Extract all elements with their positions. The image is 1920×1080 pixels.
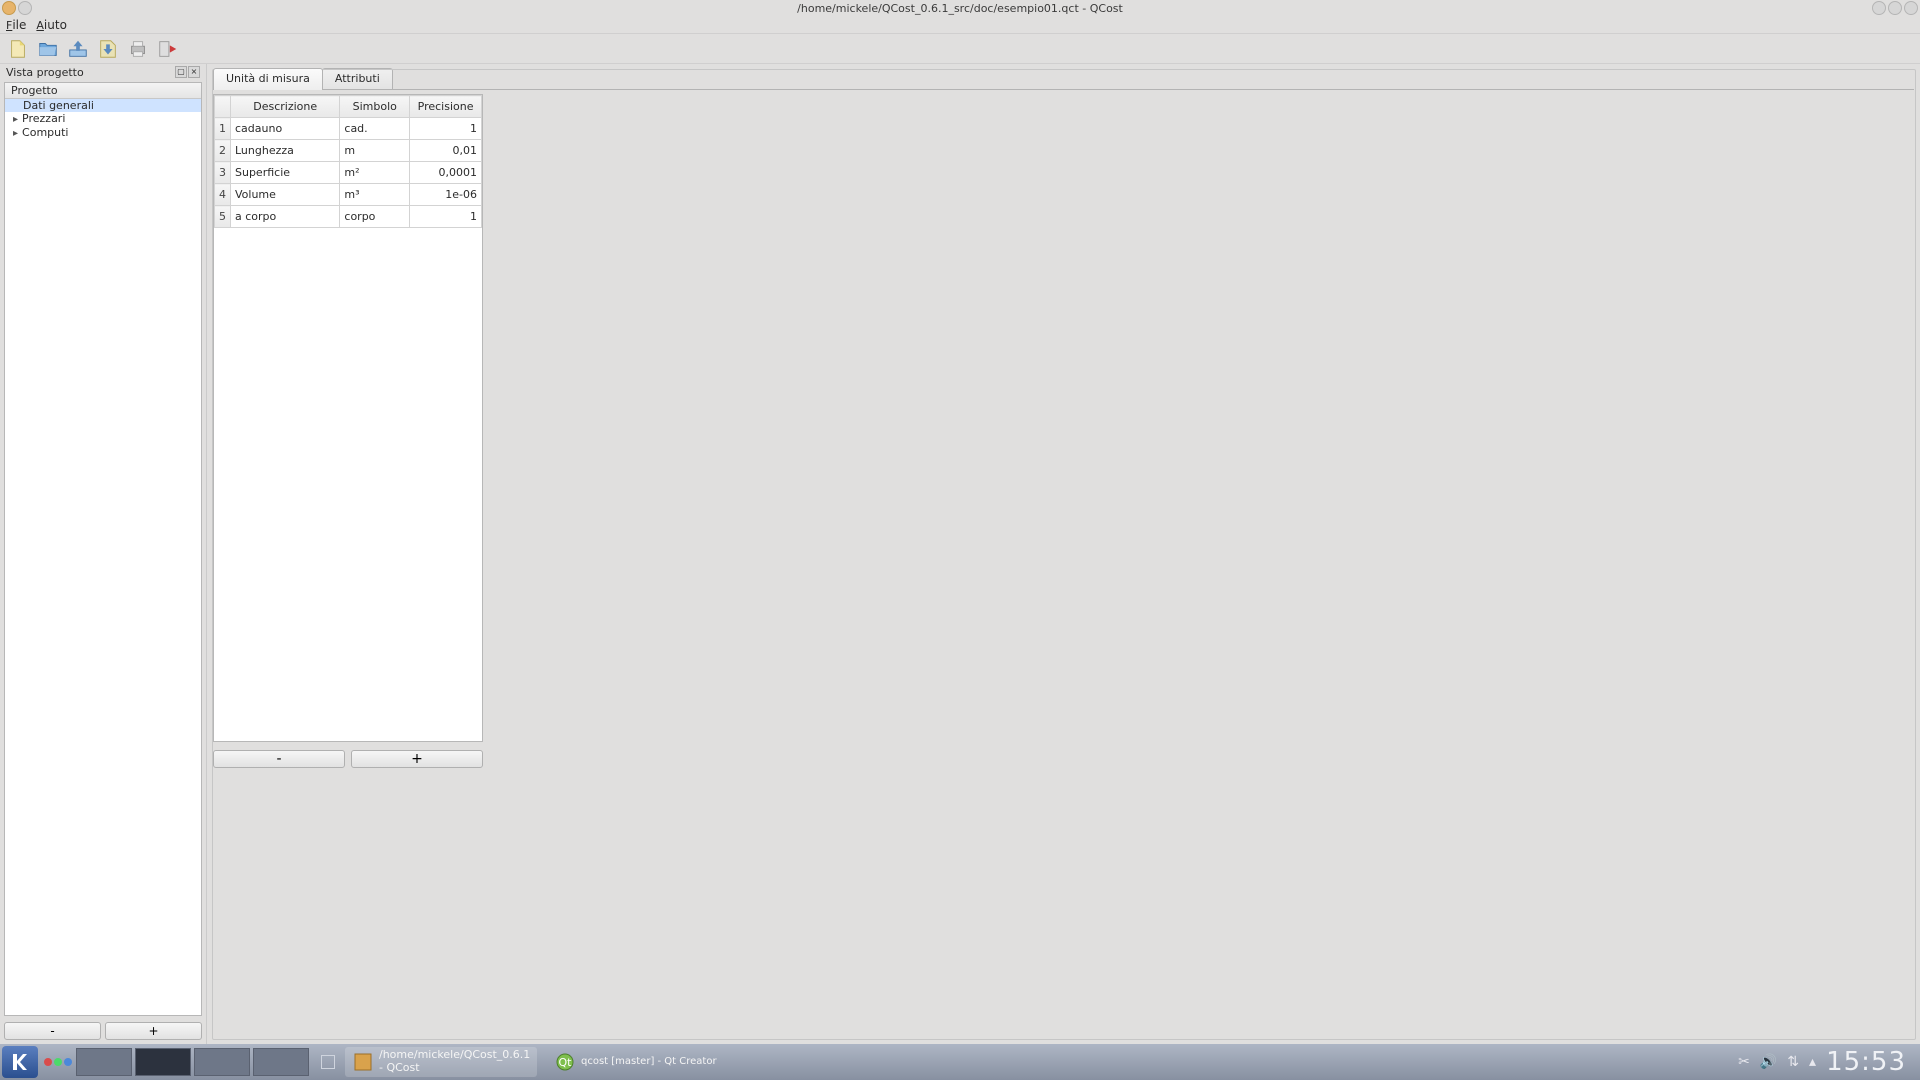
row-number[interactable]: 5	[215, 206, 231, 228]
dot-blue-icon[interactable]	[64, 1058, 72, 1066]
tab-attributi[interactable]: Attributi	[322, 68, 393, 90]
clock[interactable]: 15:53	[1826, 1047, 1906, 1077]
task-entry-label: /home/mickele/QCost_0.6.1 - QCost	[379, 1049, 529, 1075]
cell-precisione[interactable]: 1e-06	[410, 184, 482, 206]
row-number[interactable]: 1	[215, 118, 231, 140]
col-rownum[interactable]	[215, 96, 231, 118]
desktop-3[interactable]	[194, 1048, 250, 1076]
col-descrizione[interactable]: Descrizione	[231, 96, 340, 118]
window-titlebar: /home/mickele/QCost_0.6.1_src/doc/esempi…	[0, 0, 1920, 16]
units-table[interactable]: Descrizione Simbolo Precisione 1cadaunoc…	[213, 94, 483, 742]
network-icon[interactable]: ⇅	[1787, 1054, 1799, 1070]
cell-simbolo[interactable]: m²	[340, 162, 410, 184]
table-remove-button[interactable]: -	[213, 750, 345, 768]
export-icon[interactable]	[96, 37, 120, 61]
cell-precisione[interactable]: 0,0001	[410, 162, 482, 184]
minimize-icon[interactable]	[1872, 1, 1886, 15]
tab-bar: Unità di misura Attributi	[213, 68, 1914, 90]
cell-simbolo[interactable]: m	[340, 140, 410, 162]
row-number[interactable]: 2	[215, 140, 231, 162]
print-icon[interactable]	[126, 37, 150, 61]
toolbar	[0, 34, 1920, 64]
desktop-1[interactable]	[76, 1048, 132, 1076]
cell-precisione[interactable]: 0,01	[410, 140, 482, 162]
cell-simbolo[interactable]: corpo	[340, 206, 410, 228]
tree-item-prezzari[interactable]: Prezzari	[5, 112, 201, 126]
tree-item-computi[interactable]: Computi	[5, 126, 201, 140]
dot-red-icon[interactable]	[44, 1058, 52, 1066]
desktop-4[interactable]	[253, 1048, 309, 1076]
row-number[interactable]: 4	[215, 184, 231, 206]
new-file-icon[interactable]	[6, 37, 30, 61]
row-number[interactable]: 3	[215, 162, 231, 184]
project-tree[interactable]: Progetto Dati generali Prezzari Computi	[4, 82, 202, 1016]
task-entry-label: qcost [master] - Qt Creator	[581, 1056, 717, 1068]
task-entry-qtcreator[interactable]: Qt qcost [master] - Qt Creator	[547, 1047, 725, 1077]
project-dock: Vista progetto ▢ × Progetto Dati general…	[0, 64, 207, 1044]
table-row[interactable]: 3Superficiem²0,0001	[215, 162, 482, 184]
qcost-app-icon	[353, 1052, 373, 1072]
cell-descrizione[interactable]: Superficie	[231, 162, 340, 184]
window-menu-icon[interactable]	[2, 1, 16, 15]
cell-simbolo[interactable]: m³	[340, 184, 410, 206]
exit-icon[interactable]	[156, 37, 180, 61]
tree-header[interactable]: Progetto	[5, 83, 201, 99]
col-precisione[interactable]: Precisione	[410, 96, 482, 118]
table-add-button[interactable]: +	[351, 750, 483, 768]
cell-precisione[interactable]: 1	[410, 118, 482, 140]
cell-descrizione[interactable]: Volume	[231, 184, 340, 206]
table-row[interactable]: 2Lunghezzam0,01	[215, 140, 482, 162]
menu-file[interactable]: File	[6, 18, 26, 32]
activity-dots[interactable]	[44, 1058, 72, 1066]
clipboard-icon[interactable]: ✂	[1738, 1054, 1750, 1070]
qtcreator-app-icon: Qt	[555, 1052, 575, 1072]
tab-unita-di-misura[interactable]: Unità di misura	[213, 68, 323, 90]
menubar: File Aiuto	[0, 16, 1920, 34]
cell-simbolo[interactable]: cad.	[340, 118, 410, 140]
tree-add-button[interactable]: +	[105, 1022, 202, 1040]
open-folder-icon[interactable]	[36, 37, 60, 61]
kickoff-menu-icon[interactable]	[2, 1046, 38, 1078]
main-panel: Unità di misura Attributi Descrizione Si…	[207, 64, 1920, 1044]
cell-precisione[interactable]: 1	[410, 206, 482, 228]
dock-close-icon[interactable]: ×	[188, 66, 200, 78]
dock-title: Vista progetto	[6, 66, 84, 79]
menu-aiuto[interactable]: Aiuto	[36, 18, 67, 32]
dock-float-icon[interactable]: ▢	[175, 66, 187, 78]
cell-descrizione[interactable]: a corpo	[231, 206, 340, 228]
table-row[interactable]: 5a corpocorpo1	[215, 206, 482, 228]
tray-expand-icon[interactable]: ▴	[1809, 1054, 1816, 1070]
maximize-icon[interactable]	[1888, 1, 1902, 15]
close-icon[interactable]	[1904, 1, 1918, 15]
tree-item-dati-generali[interactable]: Dati generali	[5, 99, 201, 112]
volume-icon[interactable]: 🔊	[1760, 1054, 1777, 1070]
import-icon[interactable]	[66, 37, 90, 61]
show-desktop-icon[interactable]	[321, 1055, 335, 1069]
svg-text:Qt: Qt	[559, 1056, 573, 1069]
taskbar: /home/mickele/QCost_0.6.1 - QCost Qt qco…	[0, 1044, 1920, 1080]
tree-remove-button[interactable]: -	[4, 1022, 101, 1040]
desktop-2[interactable]	[135, 1048, 191, 1076]
table-row[interactable]: 4Volumem³1e-06	[215, 184, 482, 206]
cell-descrizione[interactable]: cadauno	[231, 118, 340, 140]
window-pin-icon[interactable]	[18, 1, 32, 15]
window-title: /home/mickele/QCost_0.6.1_src/doc/esempi…	[0, 2, 1920, 15]
dot-green-icon[interactable]	[54, 1058, 62, 1066]
task-entry-qcost[interactable]: /home/mickele/QCost_0.6.1 - QCost	[345, 1047, 537, 1077]
desktop-pager[interactable]	[76, 1048, 309, 1076]
col-simbolo[interactable]: Simbolo	[340, 96, 410, 118]
cell-descrizione[interactable]: Lunghezza	[231, 140, 340, 162]
system-tray: ✂ 🔊 ⇅ ▴ 15:53	[1738, 1047, 1920, 1077]
table-row[interactable]: 1cadaunocad.1	[215, 118, 482, 140]
